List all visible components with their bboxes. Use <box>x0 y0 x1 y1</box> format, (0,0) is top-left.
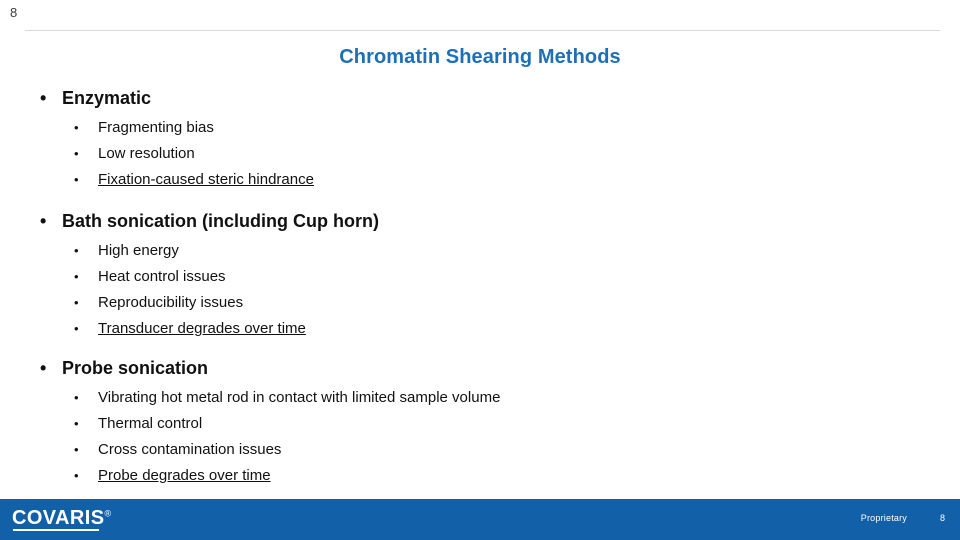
list-item: • Vibrating hot metal rod in contact wit… <box>72 385 960 411</box>
section-heading-label: Bath sonication (including Cup horn) <box>62 211 379 231</box>
footer-proprietary-label: Proprietary <box>860 513 907 523</box>
list-item-label: Probe degrades over time <box>98 467 271 484</box>
logo-underline <box>13 529 99 531</box>
bullet-icon: • <box>40 88 47 108</box>
slide: 8 Chromatin Shearing Methods • Enzymatic… <box>0 0 960 540</box>
section-heading-probe-sonication: • Probe sonication <box>36 356 960 380</box>
list-item-label: Fragmenting bias <box>98 119 214 136</box>
logo-text: COVARIS <box>12 507 105 529</box>
list-item: • Heat control issues <box>72 264 960 290</box>
list-item: • Transducer degrades over time <box>72 316 960 342</box>
bullet-icon: • <box>40 358 47 378</box>
list-item-label: Fixation-caused steric hindrance <box>98 171 314 188</box>
list-item: • Thermal control <box>72 411 960 437</box>
section-items-bath-sonication: • High energy • Heat control issues • Re… <box>0 238 960 342</box>
bullet-icon: • <box>74 172 79 187</box>
list-item: • Fragmenting bias <box>72 115 960 141</box>
bullet-icon: • <box>74 321 79 336</box>
bullet-icon: • <box>74 243 79 258</box>
list-item: • Probe degrades over time <box>72 463 960 489</box>
section-items-enzymatic: • Fragmenting bias • Low resolution • Fi… <box>0 115 960 193</box>
bullet-icon: • <box>74 442 79 457</box>
page-title: Chromatin Shearing Methods <box>339 46 621 68</box>
section-heading-enzymatic: • Enzymatic <box>36 86 960 110</box>
bullet-icon: • <box>74 416 79 431</box>
footer-bar: COVARIS® Proprietary 8 <box>0 499 960 540</box>
section-heading-label: Probe sonication <box>62 358 209 378</box>
bullet-icon: • <box>74 146 79 161</box>
list-item-label: Heat control issues <box>98 268 226 285</box>
list-item: • Fixation-caused steric hindrance <box>72 167 960 193</box>
list-item-label: Low resolution <box>98 145 195 162</box>
list-item: • Cross contamination issues <box>72 437 960 463</box>
section-items-probe-sonication: • Vibrating hot metal rod in contact wit… <box>0 385 960 489</box>
corner-page-number: 8 <box>10 5 18 20</box>
list-item-label: Thermal control <box>98 415 203 432</box>
bullet-icon: • <box>74 468 79 483</box>
footer-page-number: 8 <box>939 513 945 523</box>
bullet-icon: • <box>40 211 47 231</box>
slide-body: • Enzymatic • Fragmenting bias • Low res… <box>0 86 960 489</box>
section-heading-bath-sonication: • Bath sonication (including Cup horn) <box>36 209 960 233</box>
list-item-label: Reproducibility issues <box>98 294 244 311</box>
bullet-icon: • <box>74 120 79 135</box>
header-divider <box>25 30 940 31</box>
list-item-label: High energy <box>98 242 179 259</box>
list-item-label: Vibrating hot metal rod in contact with … <box>98 389 501 406</box>
list-item-label: Transducer degrades over time <box>98 320 306 337</box>
list-item: • Low resolution <box>72 141 960 167</box>
covaris-logo: COVARIS® <box>12 507 112 530</box>
bullet-icon: • <box>74 390 79 405</box>
logo-registered-mark: ® <box>104 508 112 519</box>
list-item: • Reproducibility issues <box>72 290 960 316</box>
section-heading-label: Enzymatic <box>62 88 152 108</box>
bullet-icon: • <box>74 269 79 284</box>
list-item: • High energy <box>72 238 960 264</box>
list-item-label: Cross contamination issues <box>98 441 282 458</box>
bullet-icon: • <box>74 295 79 310</box>
